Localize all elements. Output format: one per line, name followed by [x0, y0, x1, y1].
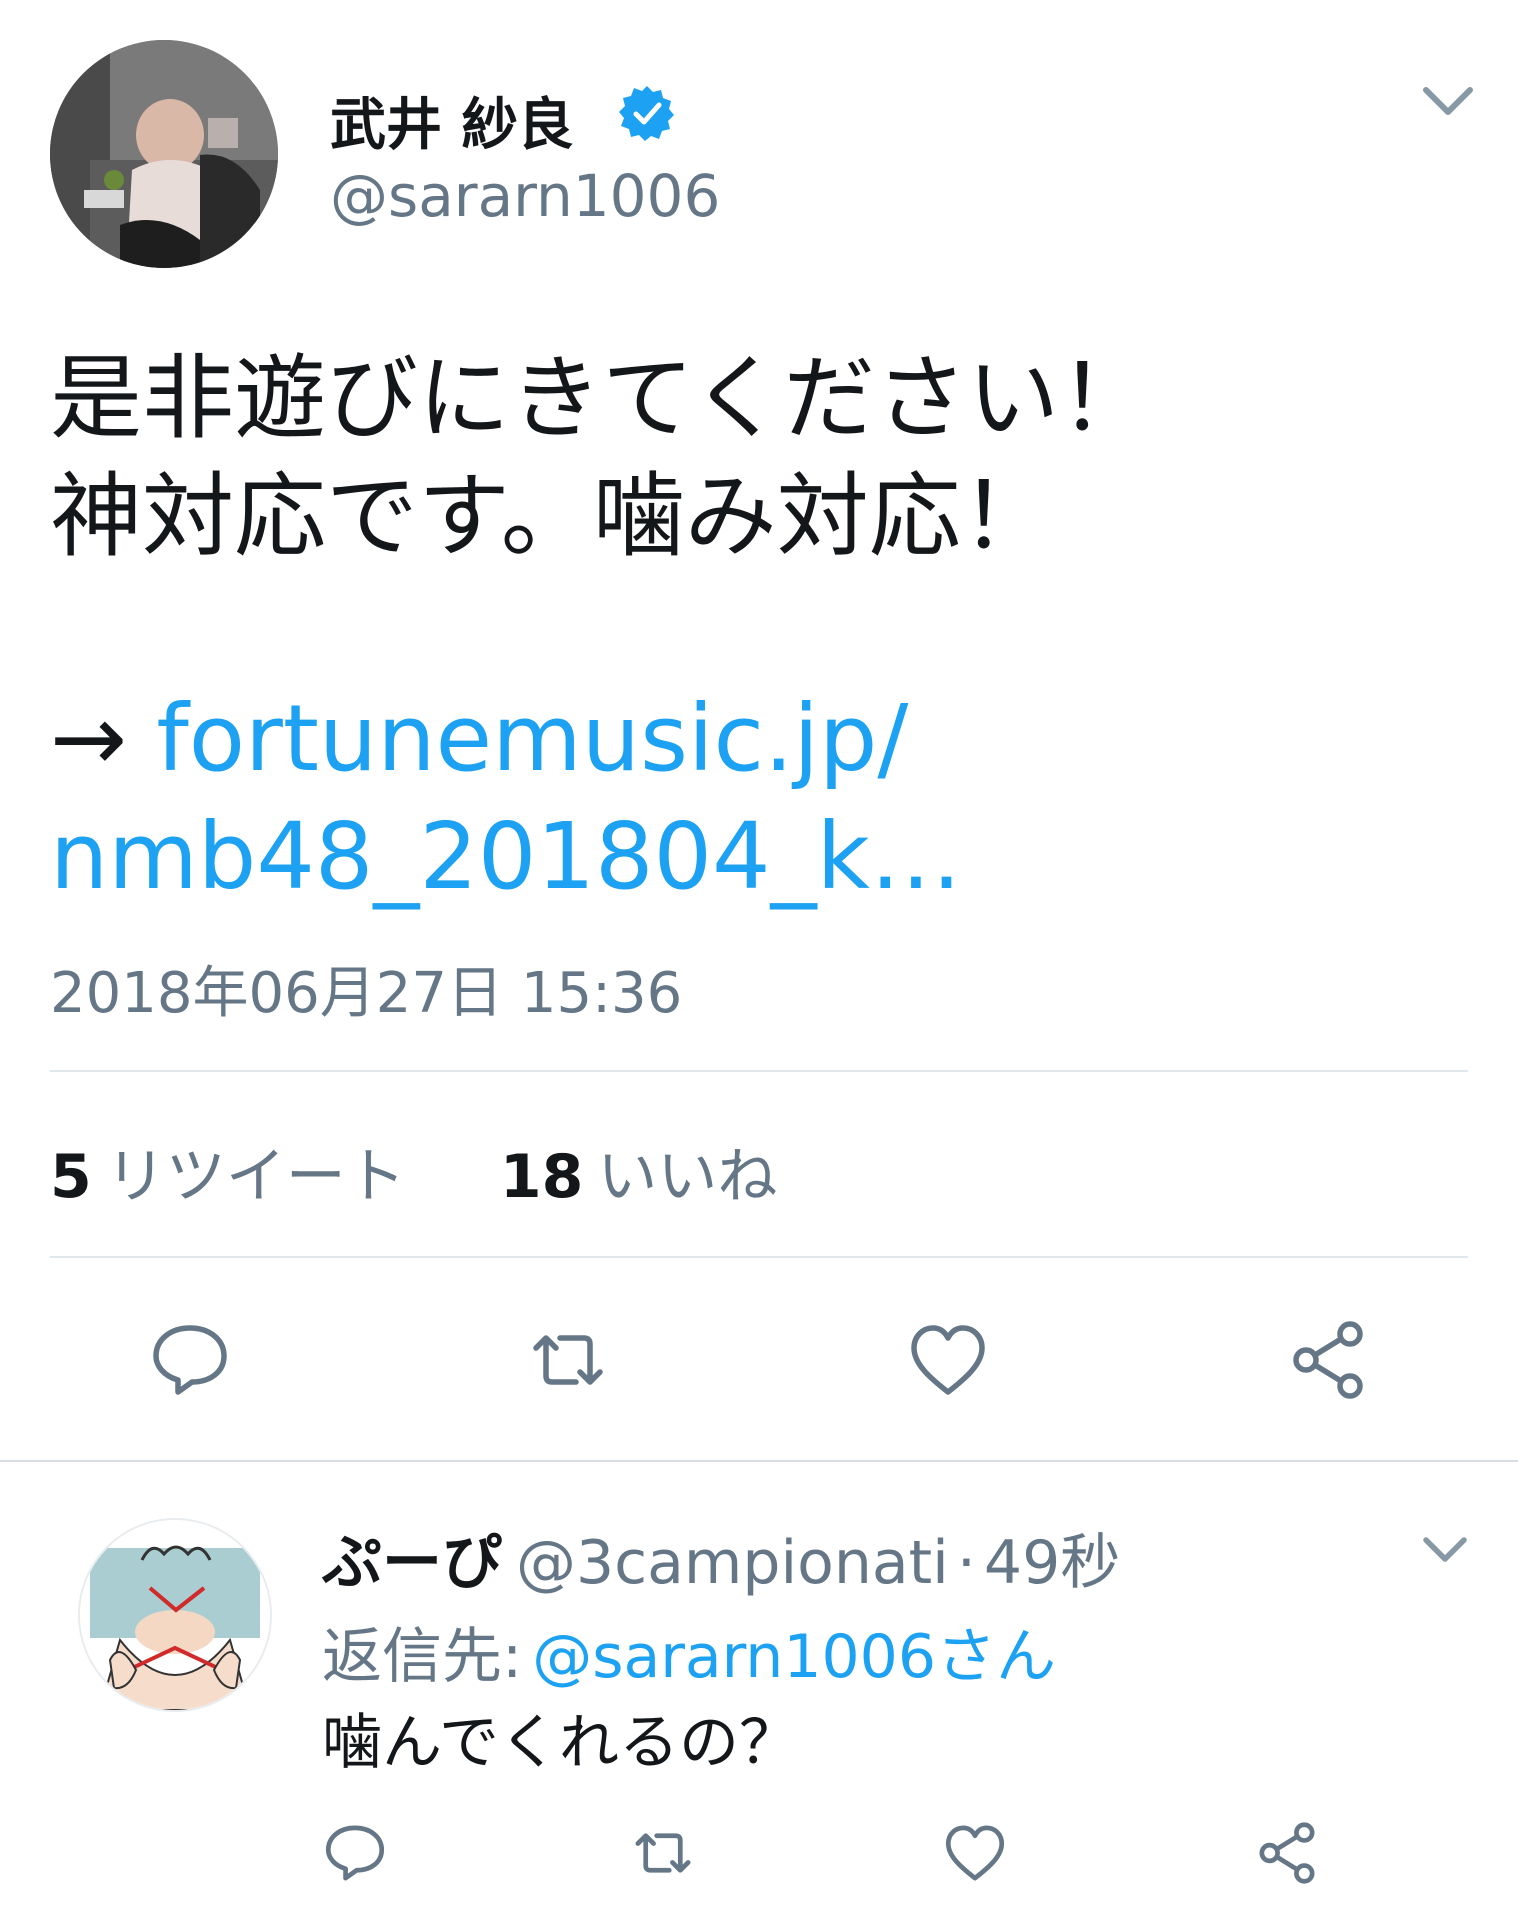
like-count: 18 [499, 1142, 584, 1212]
reply-bubble-icon[interactable] [322, 1820, 388, 1886]
tweet-link[interactable]: → fortunemusic.jp/ nmb48_201804_k… [50, 680, 1470, 916]
user-handle[interactable]: @sararn1006 [330, 162, 720, 230]
verified-badge-icon [618, 84, 676, 142]
divider [50, 1070, 1468, 1072]
like-label: いいね [597, 1142, 778, 1212]
reply-separator: · [956, 1528, 976, 1598]
reply-to-user-link[interactable]: @sararn1006さん [532, 1622, 1056, 1692]
reply-avatar-illustration [80, 1520, 270, 1710]
heart-icon[interactable] [906, 1318, 990, 1402]
like-stat[interactable]: 18 いいね [500, 1142, 778, 1212]
divider [0, 1460, 1518, 1462]
reply-header: ぷーぴ @3campionati · 49秒 [322, 1514, 1120, 1601]
retweet-label: リツイート [105, 1142, 406, 1212]
tweet-text: 是非遊びにきてください！ 神対応です。噛み対応！ [50, 340, 1470, 576]
reply-user-handle[interactable]: @3campionati [516, 1528, 949, 1598]
chevron-down-icon[interactable] [1420, 82, 1476, 122]
avatar[interactable] [50, 40, 278, 268]
reply-time: 49秒 [983, 1528, 1121, 1598]
retweet-stat[interactable]: 5 リツイート [50, 1142, 425, 1212]
timestamp: 2018年06月27日 15:36 [50, 961, 683, 1026]
reply-bubble-icon[interactable] [148, 1318, 232, 1402]
heart-icon[interactable] [942, 1820, 1008, 1886]
retweet-count: 5 [50, 1142, 92, 1212]
reply-to-label: 返信先: [322, 1622, 523, 1692]
chevron-down-icon[interactable] [1420, 1532, 1470, 1568]
avatar-photo [50, 40, 278, 268]
retweet-icon[interactable] [630, 1820, 696, 1886]
tweet-text-line: 是非遊びにきてください！ [50, 345, 1152, 452]
tweet-text-line: 神対応です。噛み対応！ [50, 463, 1053, 570]
link-arrow: → [50, 685, 128, 792]
divider [50, 1256, 1468, 1258]
share-icon[interactable] [1254, 1820, 1320, 1886]
retweet-icon[interactable] [526, 1318, 610, 1402]
reply-display-name[interactable]: ぷーぴ [322, 1528, 502, 1598]
reply-to: 返信先: @sararn1006さん [322, 1608, 1056, 1695]
share-icon[interactable] [1286, 1318, 1370, 1402]
link-url-line1[interactable]: fortunemusic.jp/ [156, 685, 908, 792]
reply-avatar[interactable] [78, 1518, 272, 1712]
display-name[interactable]: 武井 紗良 [330, 80, 574, 161]
tweet-stats: 5 リツイート 18 いいね [50, 1128, 777, 1215]
link-url-line2[interactable]: nmb48_201804_k… [50, 803, 962, 910]
reply-text: 噛んでくれるの？ [322, 1708, 799, 1778]
